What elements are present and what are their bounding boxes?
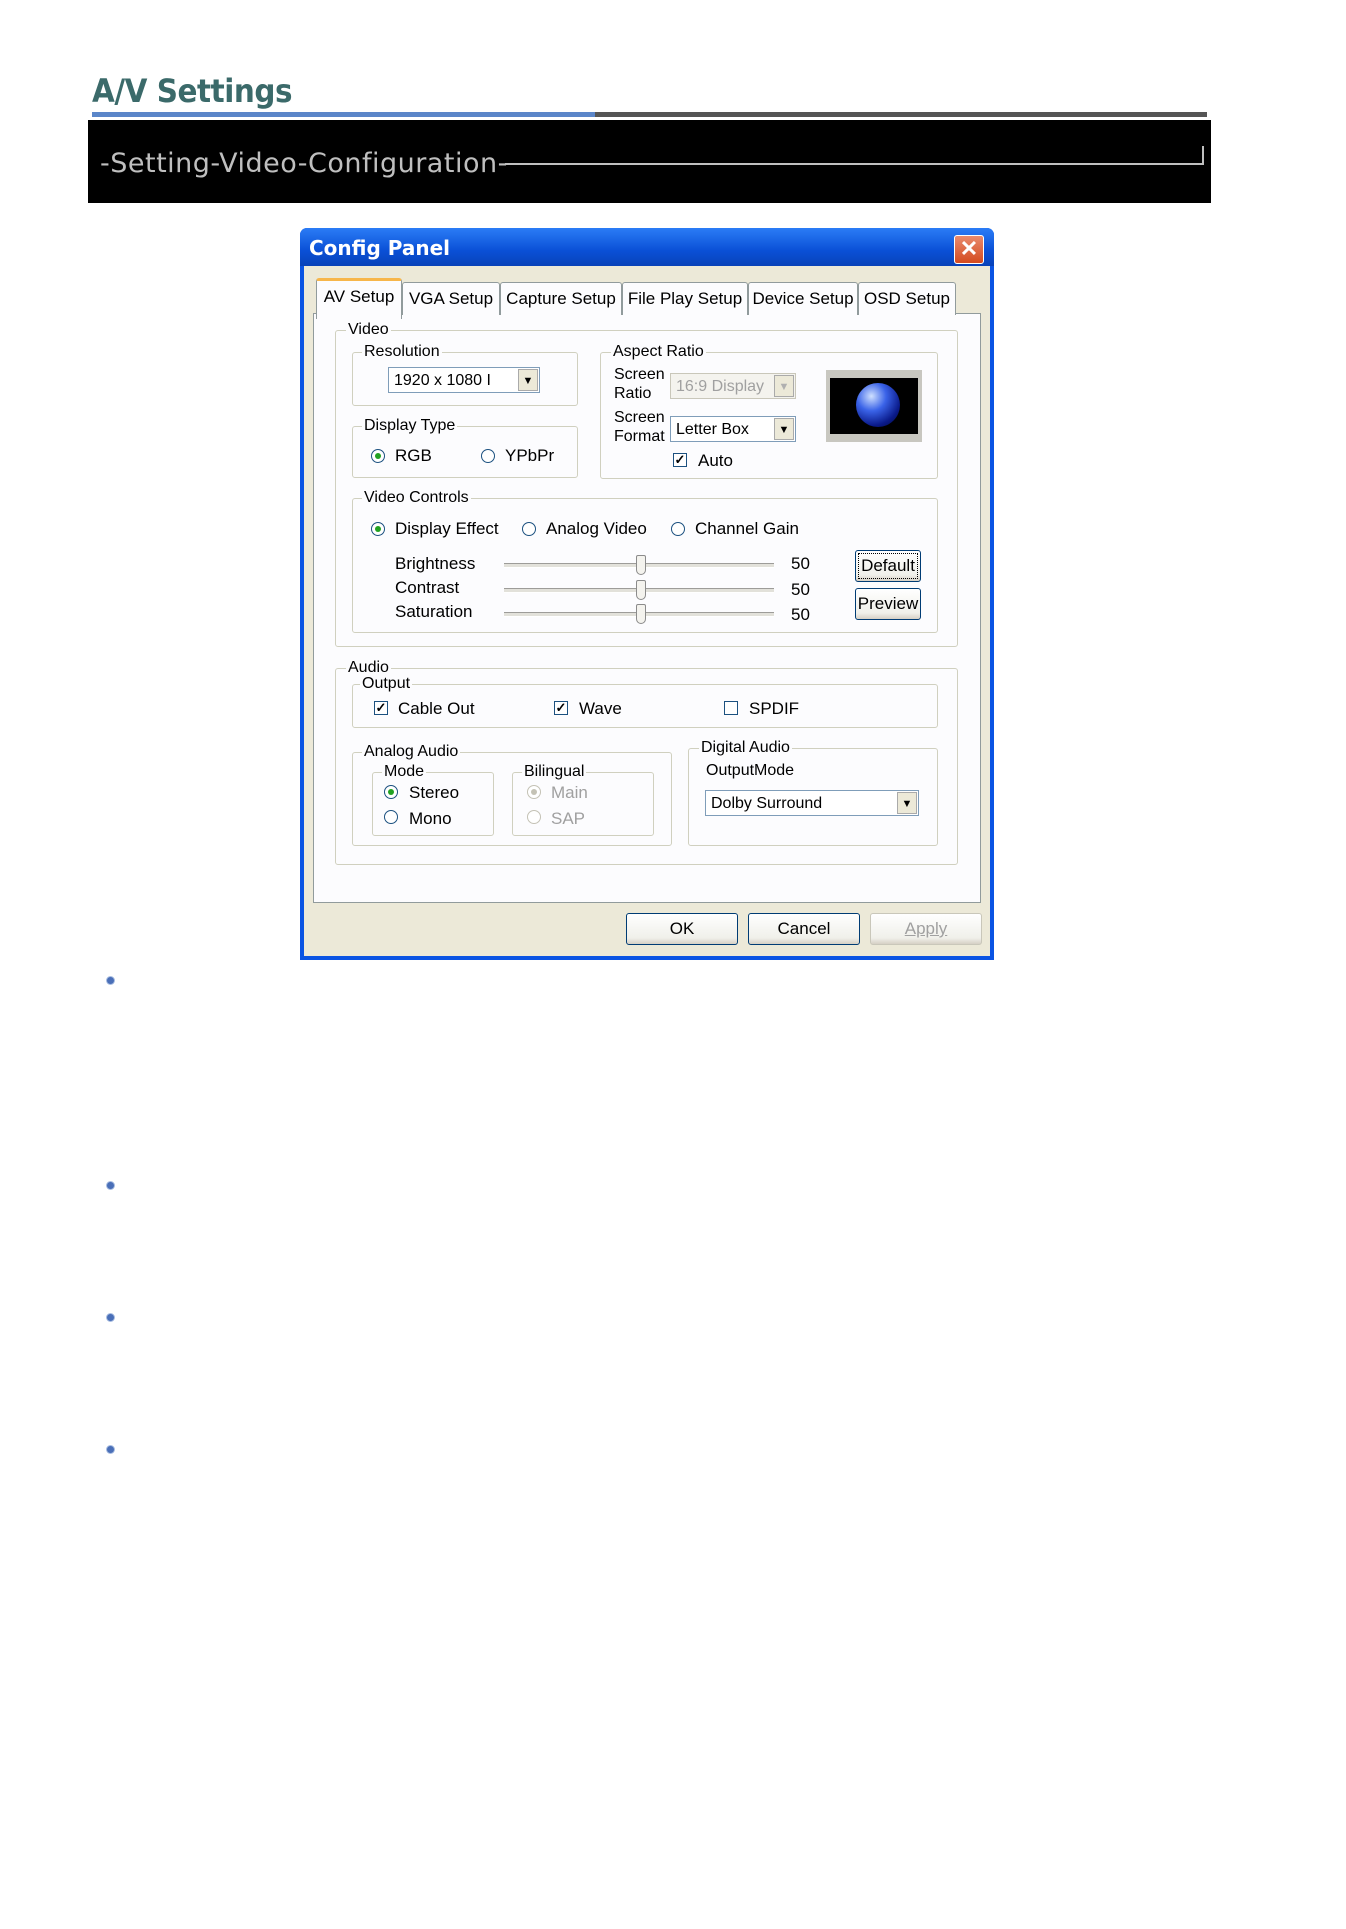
digital-audio-label: Digital Audio [699, 739, 792, 757]
tab-vga-setup[interactable]: VGA Setup [402, 282, 500, 315]
screen-ratio-value: 16:9 Display [676, 378, 765, 395]
video-group-label: Video [346, 321, 391, 339]
tab-label: AV Setup [323, 287, 395, 306]
tab-label: Capture Setup [506, 289, 616, 308]
apply-button: Apply [870, 913, 982, 945]
bullet-icon [107, 1446, 114, 1453]
tab-label: File Play Setup [627, 289, 743, 308]
analog-audio-label: Analog Audio [362, 743, 461, 761]
output-label: Output [360, 675, 413, 693]
screen-ratio-select: 16:9 Display ▼ [670, 373, 796, 399]
bilingual-label: Bilingual [522, 763, 587, 781]
bullet-icon [107, 1314, 114, 1321]
output-mode-value: Dolby Surround [711, 795, 823, 812]
stereo-radio[interactable] [384, 785, 398, 799]
cable-out-label: Cable Out [398, 699, 475, 718]
saturation-value: 50 [791, 605, 810, 624]
mode-label: Mode [382, 763, 427, 781]
close-button[interactable]: ✕ [954, 235, 984, 264]
stereo-label: Stereo [409, 783, 460, 802]
page-title: A/V Settings [92, 72, 293, 110]
close-icon: ✕ [959, 236, 979, 261]
banner-text: -Setting-Video-Configuration- [100, 148, 508, 179]
display-effect-label: Display Effect [395, 519, 499, 538]
channel-gain-label: Channel Gain [695, 519, 799, 538]
screen-format-value: Letter Box [676, 421, 749, 438]
saturation-slider-handle[interactable] [636, 604, 646, 624]
resolution-label: Resolution [362, 343, 442, 361]
sphere-icon [856, 383, 900, 427]
cable-out-checkbox[interactable]: ✓ [374, 701, 388, 715]
output-mode-select[interactable]: Dolby Surround ▼ [705, 790, 919, 816]
ok-button[interactable]: OK [626, 913, 738, 945]
banner-rule-end [1202, 146, 1204, 165]
saturation-label: Saturation [395, 602, 473, 621]
analog-video-radio[interactable] [522, 522, 536, 536]
screen-format-label-2: Format [614, 428, 665, 445]
window-titlebar[interactable]: Config Panel ✕ [300, 228, 994, 266]
cancel-button[interactable]: Cancel [748, 913, 860, 945]
banner-rule [505, 163, 1204, 165]
aspect-ratio-label: Aspect Ratio [611, 343, 706, 361]
tab-label: Device Setup [752, 289, 854, 308]
main-radio [527, 785, 541, 799]
analog-video-label: Analog Video [546, 519, 647, 538]
brightness-label: Brightness [395, 554, 476, 573]
screen-format-label-1: Screen [614, 409, 665, 426]
tab-device-setup[interactable]: Device Setup [748, 282, 858, 315]
tab-osd-setup[interactable]: OSD Setup [858, 282, 956, 315]
window-title: Config Panel [309, 236, 451, 260]
resolution-select[interactable]: 1920 x 1080 I ▼ [388, 367, 540, 393]
aspect-preview-image [826, 370, 922, 442]
resolution-value: 1920 x 1080 I [394, 372, 491, 389]
video-controls-label: Video Controls [362, 489, 471, 507]
tab-label: OSD Setup [864, 289, 950, 308]
tab-av-setup[interactable]: AV Setup [316, 278, 402, 319]
sap-label: SAP [551, 809, 586, 828]
chevron-down-icon: ▼ [774, 375, 794, 397]
sap-radio [527, 810, 541, 824]
contrast-slider-handle[interactable] [636, 580, 646, 600]
output-mode-label: OutputMode [706, 762, 795, 779]
spdif-checkbox[interactable] [724, 701, 738, 715]
rgb-label: RGB [395, 446, 432, 465]
spdif-label: SPDIF [749, 699, 800, 718]
rgb-radio[interactable] [371, 449, 385, 463]
contrast-label: Contrast [395, 578, 460, 597]
screen-ratio-label-1: Screen [614, 366, 665, 383]
title-underline-gray [595, 112, 1207, 117]
bullet-icon [107, 977, 114, 984]
tab-file-play-setup[interactable]: File Play Setup [622, 282, 748, 315]
chevron-down-icon: ▼ [897, 792, 917, 814]
channel-gain-radio[interactable] [671, 522, 685, 536]
tab-label: VGA Setup [408, 289, 494, 308]
ypbpr-radio[interactable] [481, 449, 495, 463]
brightness-slider-handle[interactable] [636, 555, 646, 575]
mono-radio[interactable] [384, 810, 398, 824]
screen-ratio-label-2: Ratio [614, 385, 652, 402]
default-button[interactable]: Default [855, 550, 921, 582]
contrast-value: 50 [791, 580, 810, 599]
mono-label: Mono [409, 809, 452, 828]
tab-capture-setup[interactable]: Capture Setup [500, 282, 622, 315]
screen-format-select[interactable]: Letter Box ▼ [670, 416, 796, 442]
wave-checkbox[interactable]: ✓ [554, 701, 568, 715]
chevron-down-icon: ▼ [518, 369, 538, 391]
main-label: Main [551, 783, 588, 802]
preview-button[interactable]: Preview [855, 588, 921, 620]
display-effect-radio[interactable] [371, 522, 385, 536]
brightness-value: 50 [791, 554, 810, 573]
display-type-label: Display Type [362, 417, 458, 435]
bullet-icon [107, 1182, 114, 1189]
wave-label: Wave [579, 699, 622, 718]
chevron-down-icon: ▼ [774, 418, 794, 440]
auto-checkbox[interactable]: ✓ [673, 453, 687, 467]
title-underline-blue [92, 112, 595, 117]
ypbpr-label: YPbPr [505, 446, 555, 465]
auto-label: Auto [698, 451, 733, 470]
